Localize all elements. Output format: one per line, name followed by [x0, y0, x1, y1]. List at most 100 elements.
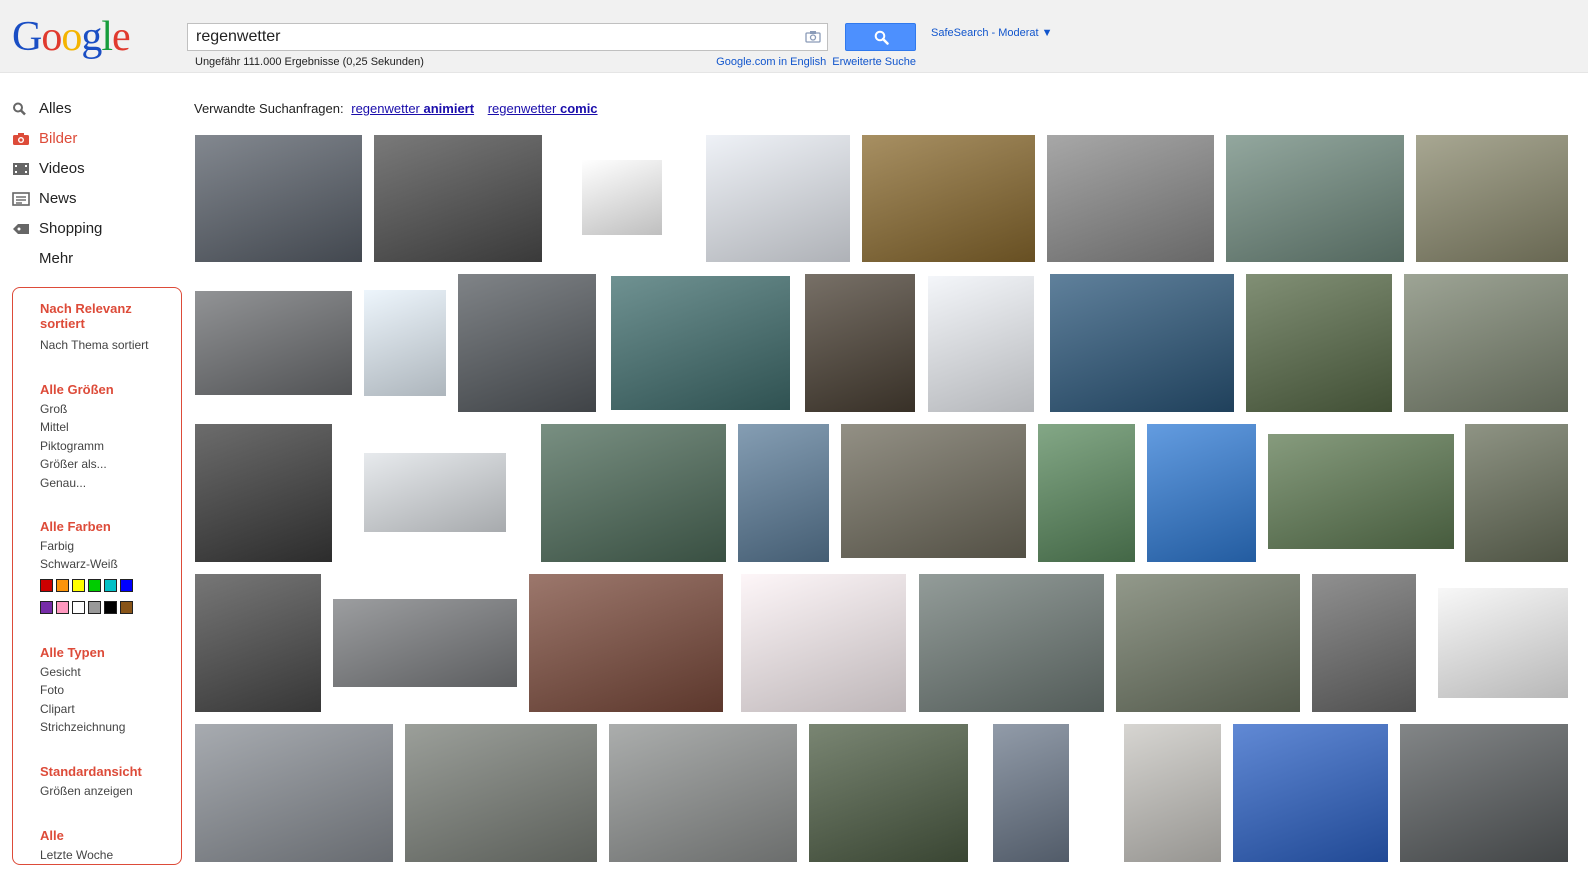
image-result[interactable]: [1268, 434, 1454, 549]
image-result[interactable]: [364, 453, 506, 532]
image-result[interactable]: [1312, 574, 1416, 712]
sort-heading[interactable]: Nach Relevanz sortiert: [40, 301, 140, 331]
size-option[interactable]: Groß: [40, 400, 114, 419]
image-result[interactable]: [1116, 574, 1300, 712]
image-result[interactable]: [611, 276, 790, 410]
image-result[interactable]: [1465, 424, 1568, 562]
sort-option[interactable]: Nach Thema sortiert: [40, 336, 149, 355]
image-result[interactable]: [1416, 135, 1568, 262]
image-result[interactable]: [809, 724, 968, 862]
size-option[interactable]: Größer als...: [40, 455, 114, 474]
color-swatch[interactable]: [88, 578, 101, 592]
nav-label: Videos: [39, 160, 85, 177]
image-result[interactable]: [364, 290, 446, 396]
safesearch-dropdown[interactable]: SafeSearch - Moderat ▼: [931, 27, 1053, 39]
color-swatch[interactable]: [104, 578, 117, 592]
image-result[interactable]: [195, 724, 393, 862]
image-result[interactable]: [1147, 424, 1256, 562]
nav-item-news[interactable]: News: [10, 188, 102, 218]
camera-icon[interactable]: [805, 30, 821, 43]
image-result[interactable]: [928, 276, 1034, 412]
image-result[interactable]: [919, 574, 1104, 712]
image-result[interactable]: [706, 135, 850, 262]
image-result[interactable]: [1226, 135, 1404, 262]
type-option[interactable]: Clipart: [40, 700, 125, 719]
image-result[interactable]: [841, 424, 1026, 558]
nav-item-mehr[interactable]: Mehr: [10, 248, 102, 278]
logo-letter: g: [81, 14, 102, 60]
color-swatch[interactable]: [56, 601, 69, 614]
nav-item-alles[interactable]: Alles: [10, 98, 102, 128]
google-logo[interactable]: Google: [12, 14, 131, 60]
image-result[interactable]: [374, 135, 542, 262]
time-option[interactable]: Letzte Woche: [40, 846, 113, 865]
size-option[interactable]: Genau...: [40, 474, 114, 493]
image-result[interactable]: [541, 424, 726, 562]
color-swatch[interactable]: [104, 601, 117, 614]
image-result[interactable]: [609, 724, 797, 862]
color-swatch[interactable]: [120, 578, 133, 592]
image-result[interactable]: [195, 135, 362, 262]
image-result[interactable]: [1438, 588, 1568, 698]
advanced-search-link[interactable]: Erweiterte Suche: [832, 56, 916, 68]
related-link-comic[interactable]: regenwetter comic: [488, 101, 598, 116]
color-option[interactable]: Farbig: [40, 537, 136, 556]
size-option[interactable]: Piktogramm: [40, 437, 114, 456]
type-option[interactable]: Foto: [40, 681, 125, 700]
image-result[interactable]: [1050, 274, 1234, 412]
type-option[interactable]: Gesicht: [40, 663, 125, 682]
search-button[interactable]: [845, 23, 916, 51]
image-result[interactable]: [458, 274, 596, 412]
image-result[interactable]: [1038, 424, 1135, 562]
image-result[interactable]: [195, 574, 321, 712]
image-result[interactable]: [1124, 724, 1221, 862]
color-swatch[interactable]: [72, 601, 85, 614]
color-swatch[interactable]: [56, 578, 69, 592]
image-result[interactable]: [1400, 724, 1568, 862]
time-heading[interactable]: Alle: [40, 827, 113, 846]
color-swatch[interactable]: [88, 601, 101, 614]
image-result[interactable]: [195, 291, 352, 395]
color-option[interactable]: Schwarz-Weiß: [40, 555, 136, 574]
view-option[interactable]: Größen anzeigen: [40, 782, 142, 801]
logo-letter: G: [12, 14, 42, 60]
image-result[interactable]: [738, 424, 829, 562]
size-heading[interactable]: Alle Größen: [40, 381, 114, 400]
image-result[interactable]: [993, 724, 1069, 862]
nav-label: News: [39, 190, 77, 207]
color-heading[interactable]: Alle Farben: [40, 518, 136, 537]
image-result[interactable]: [1246, 274, 1392, 412]
related-link-text: regenwetter: [487, 101, 560, 116]
image-result[interactable]: [333, 599, 517, 687]
type-heading[interactable]: Alle Typen: [40, 644, 125, 663]
image-result[interactable]: [741, 574, 906, 712]
related-link-bold: comic: [559, 101, 598, 116]
top-bar: Google SafeSearch - Moderat ▼ Ungefähr 1…: [0, 0, 1588, 73]
type-option[interactable]: Strichzeichnung: [40, 718, 125, 737]
related-link-animiert[interactable]: regenwetter animiert: [351, 101, 474, 116]
image-result[interactable]: [862, 135, 1035, 262]
nav-item-bilder[interactable]: Bilder: [10, 128, 102, 158]
image-result[interactable]: [1404, 274, 1568, 412]
color-swatch[interactable]: [40, 578, 53, 592]
nav-item-videos[interactable]: Videos: [10, 158, 102, 188]
image-result[interactable]: [805, 274, 915, 412]
color-swatch[interactable]: [72, 578, 85, 592]
search-input[interactable]: [188, 24, 804, 50]
size-option[interactable]: Mittel: [40, 418, 114, 437]
image-result[interactable]: [405, 724, 597, 862]
search-nav: Alles Bilder Videos News Shopping Mehr: [10, 98, 102, 278]
image-result[interactable]: [1233, 724, 1388, 862]
color-swatch[interactable]: [40, 601, 53, 614]
google-com-english-link[interactable]: Google.com in English: [716, 56, 826, 68]
color-swatch[interactable]: [120, 601, 133, 614]
image-result[interactable]: [195, 424, 332, 562]
nav-item-shopping[interactable]: Shopping: [10, 218, 102, 248]
image-result[interactable]: [1047, 135, 1214, 262]
related-link-bold: animiert: [423, 101, 475, 116]
search-box: [187, 23, 828, 51]
image-result[interactable]: [582, 160, 662, 235]
image-result[interactable]: [529, 574, 723, 712]
view-heading[interactable]: Standardansicht: [40, 763, 142, 782]
search-tools-panel: Nach Relevanz sortiert Nach Thema sortie…: [12, 287, 182, 865]
